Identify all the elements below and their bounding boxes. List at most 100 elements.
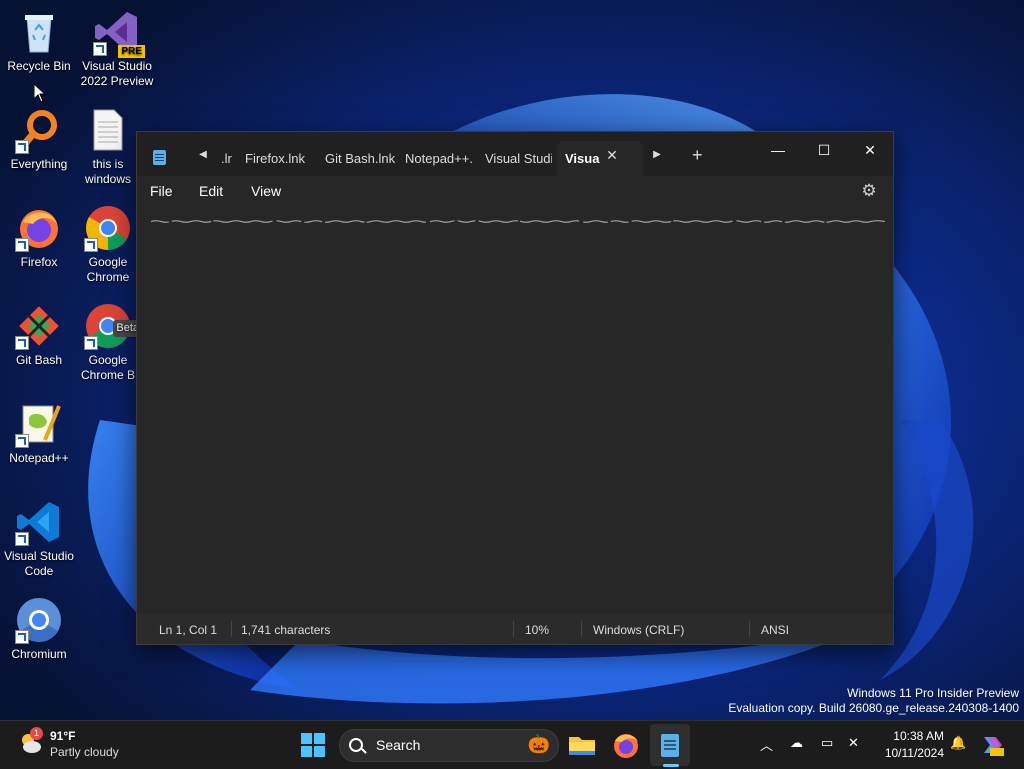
zoomed-out-text-line <box>151 220 885 223</box>
shortcut-arrow-icon <box>15 238 29 252</box>
search-highlight-pumpkin-icon: 🎃 <box>527 734 550 754</box>
tab-lr[interactable]: .lr <box>221 141 235 176</box>
start-windows-icon[interactable] <box>297 729 329 761</box>
text-file-icon <box>84 106 132 154</box>
watermark-line-1: Windows 11 Pro Insider Preview <box>847 686 1019 700</box>
desktop-icon-label: Firefox <box>20 255 58 269</box>
weather-temperature: 91°F <box>50 729 76 743</box>
visual-studio-preview-icon: PRE <box>93 8 145 58</box>
tray-overflow-chevron-icon[interactable]: ︿ <box>760 735 773 754</box>
desktop-icon-label: Git Bash <box>15 353 63 367</box>
vscode-icon <box>15 498 63 546</box>
maximize-button[interactable]: ☐ <box>801 136 847 164</box>
chrome-icon <box>84 204 132 252</box>
status-encoding[interactable]: ANSI <box>761 623 789 637</box>
search-label: Search <box>376 737 421 753</box>
desktop-icon-google-chrome[interactable]: Google Chrome <box>79 204 137 285</box>
tab-scroll-left-icon[interactable]: ◀ <box>196 148 210 162</box>
copilot-preview-icon[interactable] <box>978 731 1006 759</box>
weather-alert-badge: 1 <box>30 727 43 740</box>
status-divider <box>749 621 750 637</box>
shortcut-arrow-icon <box>15 336 29 350</box>
desktop-icon-chromium[interactable]: Chromium <box>1 596 77 662</box>
desktop-icon-visual-studio-preview[interactable]: PRE Visual Studio 2022 Preview <box>79 8 155 89</box>
network-display-icon[interactable]: ▭ <box>821 735 833 751</box>
beta-badge: Beta <box>113 320 137 337</box>
desktop-icon-label: Google Chrome B <box>80 353 136 382</box>
onedrive-cloud-icon[interactable]: ☁ <box>790 735 803 751</box>
notepad-app-icon <box>153 150 166 165</box>
active-app-indicator <box>663 764 679 767</box>
settings-gear-icon[interactable]: ⚙ <box>859 181 879 201</box>
mouse-cursor-icon <box>34 84 46 103</box>
minimize-button[interactable]: — <box>755 136 801 164</box>
windows-watermark: Windows 11 Pro Insider Preview Evaluatio… <box>728 686 1019 716</box>
file-explorer-icon[interactable] <box>566 729 598 761</box>
status-divider <box>581 621 582 637</box>
menu-edit[interactable]: Edit <box>199 183 223 199</box>
close-button[interactable]: ✕ <box>847 136 893 164</box>
recycle-bin-icon <box>15 8 63 56</box>
shortcut-arrow-icon <box>15 630 29 644</box>
weather-description: Partly cloudy <box>50 745 119 759</box>
chrome-beta-icon: Beta <box>84 302 137 350</box>
status-divider <box>231 621 232 637</box>
menu-view[interactable]: View <box>251 183 281 199</box>
desktop-icon-git-bash[interactable]: Git Bash <box>1 302 77 368</box>
git-bash-icon <box>15 302 63 350</box>
tab-firefox-lnk[interactable]: Firefox.lnk <box>245 141 315 176</box>
watermark-line-2: Evaluation copy. Build 26080.ge_release.… <box>728 701 1019 715</box>
desktop-icon-label: Google Chrome <box>86 255 130 284</box>
taskbar-search-box[interactable]: Search 🎃 <box>339 729 559 762</box>
desktop-icon-vscode[interactable]: Visual Studio Code <box>1 498 77 579</box>
volume-muted-icon[interactable]: ✕ <box>848 735 859 751</box>
status-zoom[interactable]: 10% <box>525 623 549 637</box>
shortcut-arrow-icon <box>15 434 29 448</box>
shortcut-arrow-icon <box>84 238 98 252</box>
clock-date[interactable]: 10/11/2024 <box>870 746 944 760</box>
taskbar: 1 91°F Partly cloudy Search 🎃 ︿ ☁ ▭ ✕ 10… <box>0 720 1024 769</box>
desktop-icon-label: this is windows <box>84 157 132 186</box>
tab-notepad-plus-plus[interactable]: Notepad++. <box>405 141 475 176</box>
shortcut-arrow-icon <box>15 140 29 154</box>
shortcut-arrow-icon <box>15 532 29 546</box>
notification-bell-icon[interactable]: 🔔 <box>950 735 966 751</box>
status-line-ending[interactable]: Windows (CRLF) <box>593 623 684 637</box>
firefox-taskbar-icon[interactable] <box>610 729 642 761</box>
shortcut-arrow-icon <box>84 336 98 350</box>
notepad-plus-plus-icon <box>15 400 63 448</box>
menu-bar: File Edit View ⚙ <box>137 176 893 206</box>
status-divider <box>513 621 514 637</box>
chromium-icon <box>15 596 63 644</box>
desktop-icon-everything[interactable]: Everything <box>1 106 77 172</box>
desktop-icon-notepad-plus-plus[interactable]: Notepad++ <box>1 400 77 466</box>
tab-visua-active[interactable]: Visua <box>557 141 643 176</box>
desktop-icon-recycle-bin[interactable]: Recycle Bin <box>1 8 77 74</box>
text-editor[interactable] <box>137 206 893 614</box>
desktop-icon-text-file[interactable]: this is windows <box>79 106 137 187</box>
new-tab-plus-icon[interactable]: + <box>692 146 703 164</box>
clock-time[interactable]: 10:38 AM <box>878 729 944 743</box>
everything-search-icon <box>15 106 63 154</box>
tab-close-icon[interactable]: ✕ <box>605 148 619 162</box>
desktop-icon-label: Recycle Bin <box>7 59 71 73</box>
title-bar[interactable]: ◀ .lr Firefox.lnk Git Bash.lnk Notepad++… <box>137 132 893 176</box>
menu-file[interactable]: File <box>150 183 173 199</box>
tab-scroll-right-icon[interactable]: ▶ <box>650 148 664 162</box>
tab-visual-studio[interactable]: Visual Studio <box>485 141 552 176</box>
preview-badge: PRE <box>118 45 145 58</box>
status-cursor-position[interactable]: Ln 1, Col 1 <box>159 623 217 637</box>
desktop-icon-label: Chromium <box>11 647 67 661</box>
desktop-icon-label: Visual Studio 2022 Preview <box>80 59 154 88</box>
status-character-count: 1,741 characters <box>241 623 331 637</box>
tab-git-bash-lnk[interactable]: Git Bash.lnk <box>325 141 395 176</box>
desktop-icon-label: Visual Studio Code <box>4 549 74 578</box>
shortcut-arrow-icon <box>93 42 107 56</box>
status-bar: Ln 1, Col 1 1,741 characters 10% Windows… <box>137 614 893 644</box>
notepad-window: ◀ .lr Firefox.lnk Git Bash.lnk Notepad++… <box>136 131 894 645</box>
search-icon <box>349 738 363 752</box>
desktop-icon-label: Notepad++ <box>9 451 69 465</box>
notepad-taskbar-icon[interactable] <box>654 729 686 761</box>
desktop-icon-google-chrome-beta[interactable]: Beta Google Chrome B <box>79 302 137 383</box>
desktop-icon-firefox[interactable]: Firefox <box>1 204 77 270</box>
